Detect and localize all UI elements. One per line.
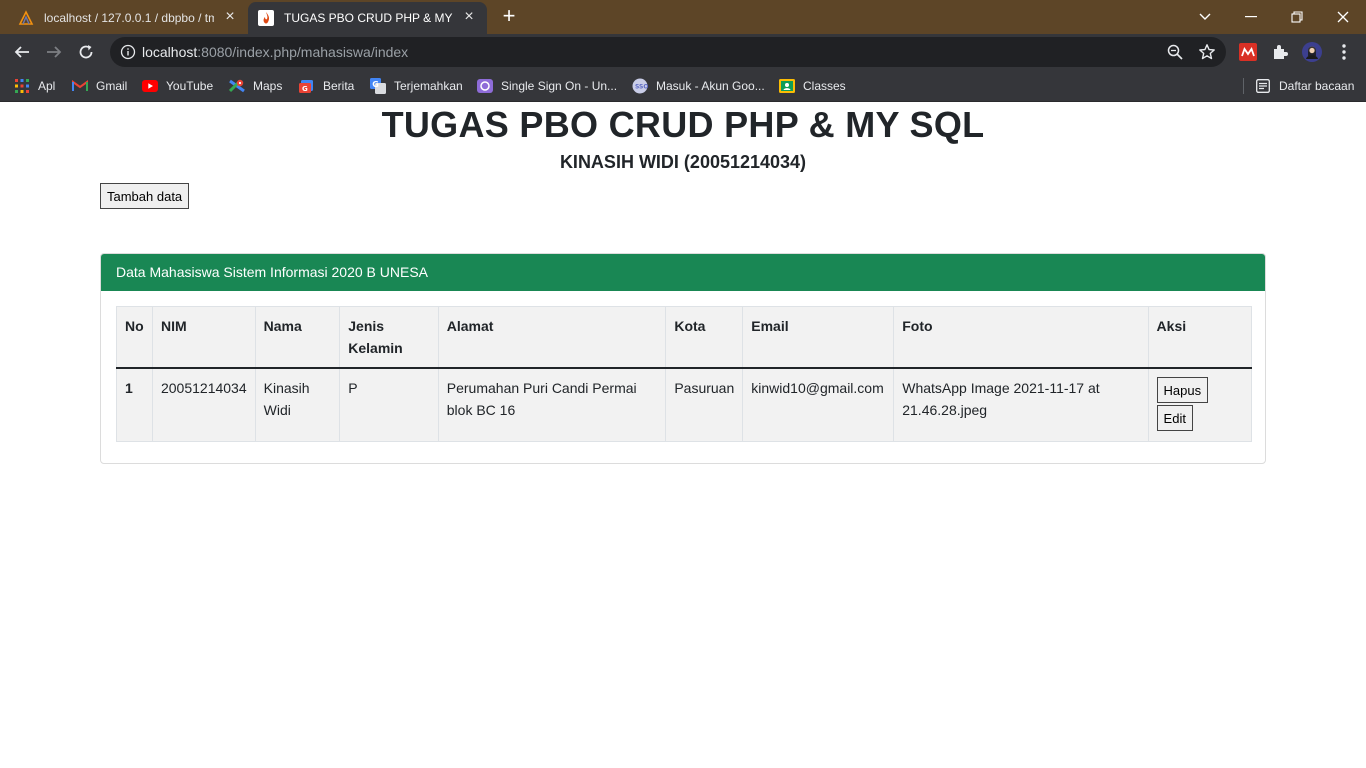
cell-alamat: Perumahan Puri Candi Permai blok BC 16 (437, 367, 667, 442)
column-header-nama: Nama (254, 306, 341, 369)
card-body: No NIM Nama Jenis Kelamin Alamat Kota Em… (116, 306, 1253, 442)
forward-arrow-icon[interactable] (42, 40, 66, 64)
address-bar[interactable]: localhost:8080/index.php/mahasiswa/index (110, 37, 1226, 67)
bookmark-classes[interactable]: Classes (779, 76, 846, 96)
url-text[interactable]: localhost:8080/index.php/mahasiswa/index (142, 44, 408, 60)
reading-list-label: Daftar bacaan (1279, 79, 1355, 93)
bookmark-label: Berita (323, 79, 355, 93)
zoom-icon[interactable] (1166, 43, 1184, 61)
translate-icon: G (370, 78, 386, 94)
cell-no: 1 (116, 367, 153, 442)
table-header-row: No NIM Nama Jenis Kelamin Alamat Kota Em… (116, 306, 1253, 369)
cell-kota: Pasuruan (665, 367, 744, 442)
bookmark-label: Gmail (96, 79, 128, 93)
mendeley-extension-icon[interactable] (1238, 42, 1258, 62)
table-row: 1 20051214034 Kinasih Widi P Perumahan P… (116, 367, 1253, 442)
reload-icon[interactable] (74, 40, 98, 64)
gmail-icon (72, 78, 88, 94)
tab-phpmyadmin[interactable]: localhost / 127.0.0.1 / dbpbo / tm × (0, 2, 248, 34)
tab-title: localhost / 127.0.0.1 / dbpbo / tm (44, 11, 214, 25)
column-header-jenis-kelamin: Jenis Kelamin (339, 306, 439, 369)
restore-icon[interactable] (1274, 0, 1320, 34)
reading-list-button[interactable]: Daftar bacaan (1255, 76, 1354, 96)
url-host: localhost (142, 44, 198, 60)
extensions-puzzle-icon[interactable] (1270, 42, 1290, 62)
student-data-card: Data Mahasiswa Sistem Informasi 2020 B U… (100, 253, 1266, 464)
apps-grid-icon (14, 78, 30, 94)
browser-tab-bar: localhost / 127.0.0.1 / dbpbo / tm × TUG… (0, 0, 1366, 34)
bookmark-label: YouTube (166, 79, 214, 93)
column-header-nim: NIM (151, 306, 256, 369)
profile-avatar-icon[interactable] (1302, 42, 1322, 62)
cell-nim: 20051214034 (151, 367, 256, 442)
column-header-foto: Foto (893, 306, 1149, 369)
reading-list-icon (1255, 78, 1271, 94)
minimize-icon[interactable] (1228, 0, 1274, 34)
bookmark-maps[interactable]: Maps (229, 76, 282, 96)
bookmarks-divider (1243, 78, 1244, 94)
bookmark-label: Masuk - Akun Goo... (656, 79, 765, 93)
bookmark-apps[interactable]: Apl (14, 76, 55, 96)
svg-text:SSO: SSO (635, 84, 648, 91)
browser-toolbar: localhost:8080/index.php/mahasiswa/index (0, 34, 1366, 70)
card-header: Data Mahasiswa Sistem Informasi 2020 B U… (101, 254, 1265, 291)
add-data-button[interactable]: Tambah data (100, 183, 190, 209)
back-arrow-icon[interactable] (10, 40, 34, 64)
delete-button[interactable]: Hapus (1156, 377, 1209, 403)
bookmarks-bar: Apl Gmail YouTube Maps G Berita G Terjem… (0, 70, 1366, 102)
classroom-icon (779, 78, 795, 94)
tab-search-icon[interactable] (1182, 0, 1228, 34)
close-window-icon[interactable] (1320, 0, 1366, 34)
bookmark-star-icon[interactable] (1198, 43, 1216, 61)
news-icon: G (299, 78, 315, 94)
cell-email: kinwid10@gmail.com (742, 367, 895, 442)
column-header-kota: Kota (665, 306, 744, 369)
bookmark-label: Single Sign On - Un... (501, 79, 618, 93)
bookmark-gmail[interactable]: Gmail (72, 76, 127, 96)
cell-aksi: Hapus Edit (1147, 367, 1253, 442)
bookmark-label: Terjemahkan (394, 79, 463, 93)
cell-foto: WhatsApp Image 2021-11-17 at 21.46.28.jp… (893, 367, 1149, 442)
page-subtitle: KINASIH WIDI (20051214034) (559, 152, 807, 172)
close-tab-icon[interactable]: × (461, 9, 477, 26)
maps-icon (229, 78, 245, 94)
student-table: No NIM Nama Jenis Kelamin Alamat Kota Em… (116, 306, 1253, 442)
bookmark-berita[interactable]: G Berita (299, 76, 354, 96)
bookmark-label: Maps (253, 79, 283, 93)
bookmark-youtube[interactable]: YouTube (142, 76, 213, 96)
column-header-email: Email (742, 306, 895, 369)
svg-text:G: G (372, 80, 379, 89)
svg-text:G: G (302, 85, 308, 93)
youtube-icon (142, 78, 158, 94)
column-header-aksi: Aksi (1147, 306, 1253, 369)
menu-kebab-icon[interactable] (1334, 42, 1354, 62)
tab-title: TUGAS PBO CRUD PHP & MY SQL (284, 11, 453, 25)
column-header-no: No (116, 306, 153, 369)
bookmark-label: Apl (38, 79, 56, 93)
new-tab-icon[interactable]: + (498, 5, 520, 28)
cell-nama: Kinasih Widi (254, 367, 341, 442)
edit-button[interactable]: Edit (1156, 405, 1193, 431)
sso-icon (477, 78, 493, 94)
site-info-icon[interactable] (120, 44, 136, 60)
close-tab-icon[interactable]: × (222, 9, 238, 26)
google-account-icon: SSO (632, 78, 648, 94)
bookmark-sso[interactable]: Single Sign On - Un... (477, 76, 617, 96)
column-header-alamat: Alamat (437, 306, 667, 369)
page-title: TUGAS PBO CRUD PHP & MY SQL (381, 104, 985, 145)
bookmark-terjemahkan[interactable]: G Terjemahkan (370, 76, 463, 96)
bookmark-akun-google[interactable]: SSO Masuk - Akun Goo... (632, 76, 765, 96)
bookmark-label: Classes (803, 79, 846, 93)
url-path: :8080/index.php/mahasiswa/index (197, 44, 409, 60)
cell-jenis-kelamin: P (339, 367, 439, 442)
codeigniter-icon (258, 10, 274, 26)
tab-tugas-pbo[interactable]: TUGAS PBO CRUD PHP & MY SQL × (248, 2, 487, 34)
phpmyadmin-icon (18, 10, 34, 26)
